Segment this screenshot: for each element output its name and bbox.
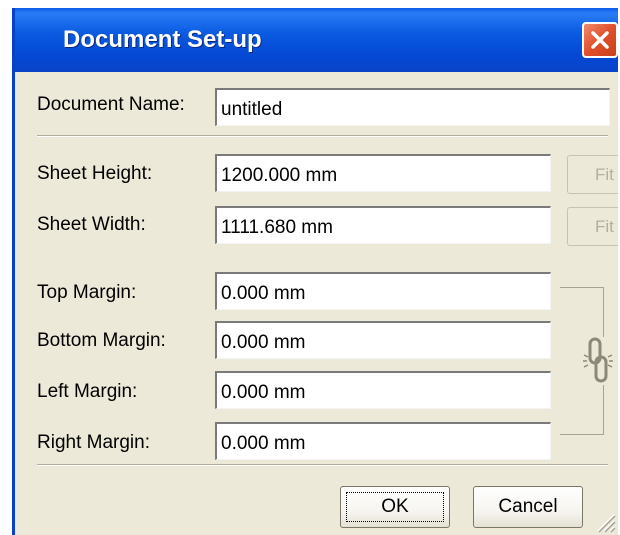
- sheet-height-field[interactable]: [215, 154, 551, 192]
- left-margin-label: Left Margin:: [37, 381, 138, 402]
- separator: [37, 135, 608, 137]
- document-name-field[interactable]: [215, 88, 610, 126]
- bottom-separator: [37, 464, 608, 466]
- fit-height-button[interactable]: Fit: [567, 155, 618, 194]
- sheet-width-label: Sheet Width:: [37, 214, 146, 235]
- ok-button[interactable]: OK: [340, 486, 450, 528]
- focus-rectangle: [346, 492, 444, 522]
- sheet-height-label: Sheet Height:: [37, 163, 153, 184]
- close-button[interactable]: [582, 22, 618, 58]
- top-margin-field[interactable]: [215, 272, 551, 310]
- document-name-label: Document Name:: [37, 94, 185, 115]
- resize-grip-icon[interactable]: [594, 511, 616, 533]
- close-icon: [591, 31, 609, 49]
- fit-width-button[interactable]: Fit: [567, 207, 618, 246]
- bottom-margin-field[interactable]: [215, 321, 551, 359]
- right-margin-label: Right Margin:: [37, 432, 150, 453]
- left-margin-field[interactable]: [215, 371, 551, 409]
- chain-link-icon[interactable]: [581, 333, 615, 389]
- bottom-margin-label: Bottom Margin:: [37, 330, 166, 351]
- cancel-button-label: Cancel: [498, 496, 558, 517]
- cancel-button[interactable]: Cancel: [473, 486, 583, 528]
- dialog-title: Document Set-up: [63, 26, 262, 53]
- sheet-width-field[interactable]: [215, 206, 551, 244]
- right-margin-field[interactable]: [215, 422, 551, 460]
- title-bar[interactable]: Document Set-up: [15, 8, 618, 72]
- document-setup-dialog: Document Set-up Document Name: Sheet Hei…: [12, 8, 618, 535]
- top-margin-label: Top Margin:: [37, 282, 137, 303]
